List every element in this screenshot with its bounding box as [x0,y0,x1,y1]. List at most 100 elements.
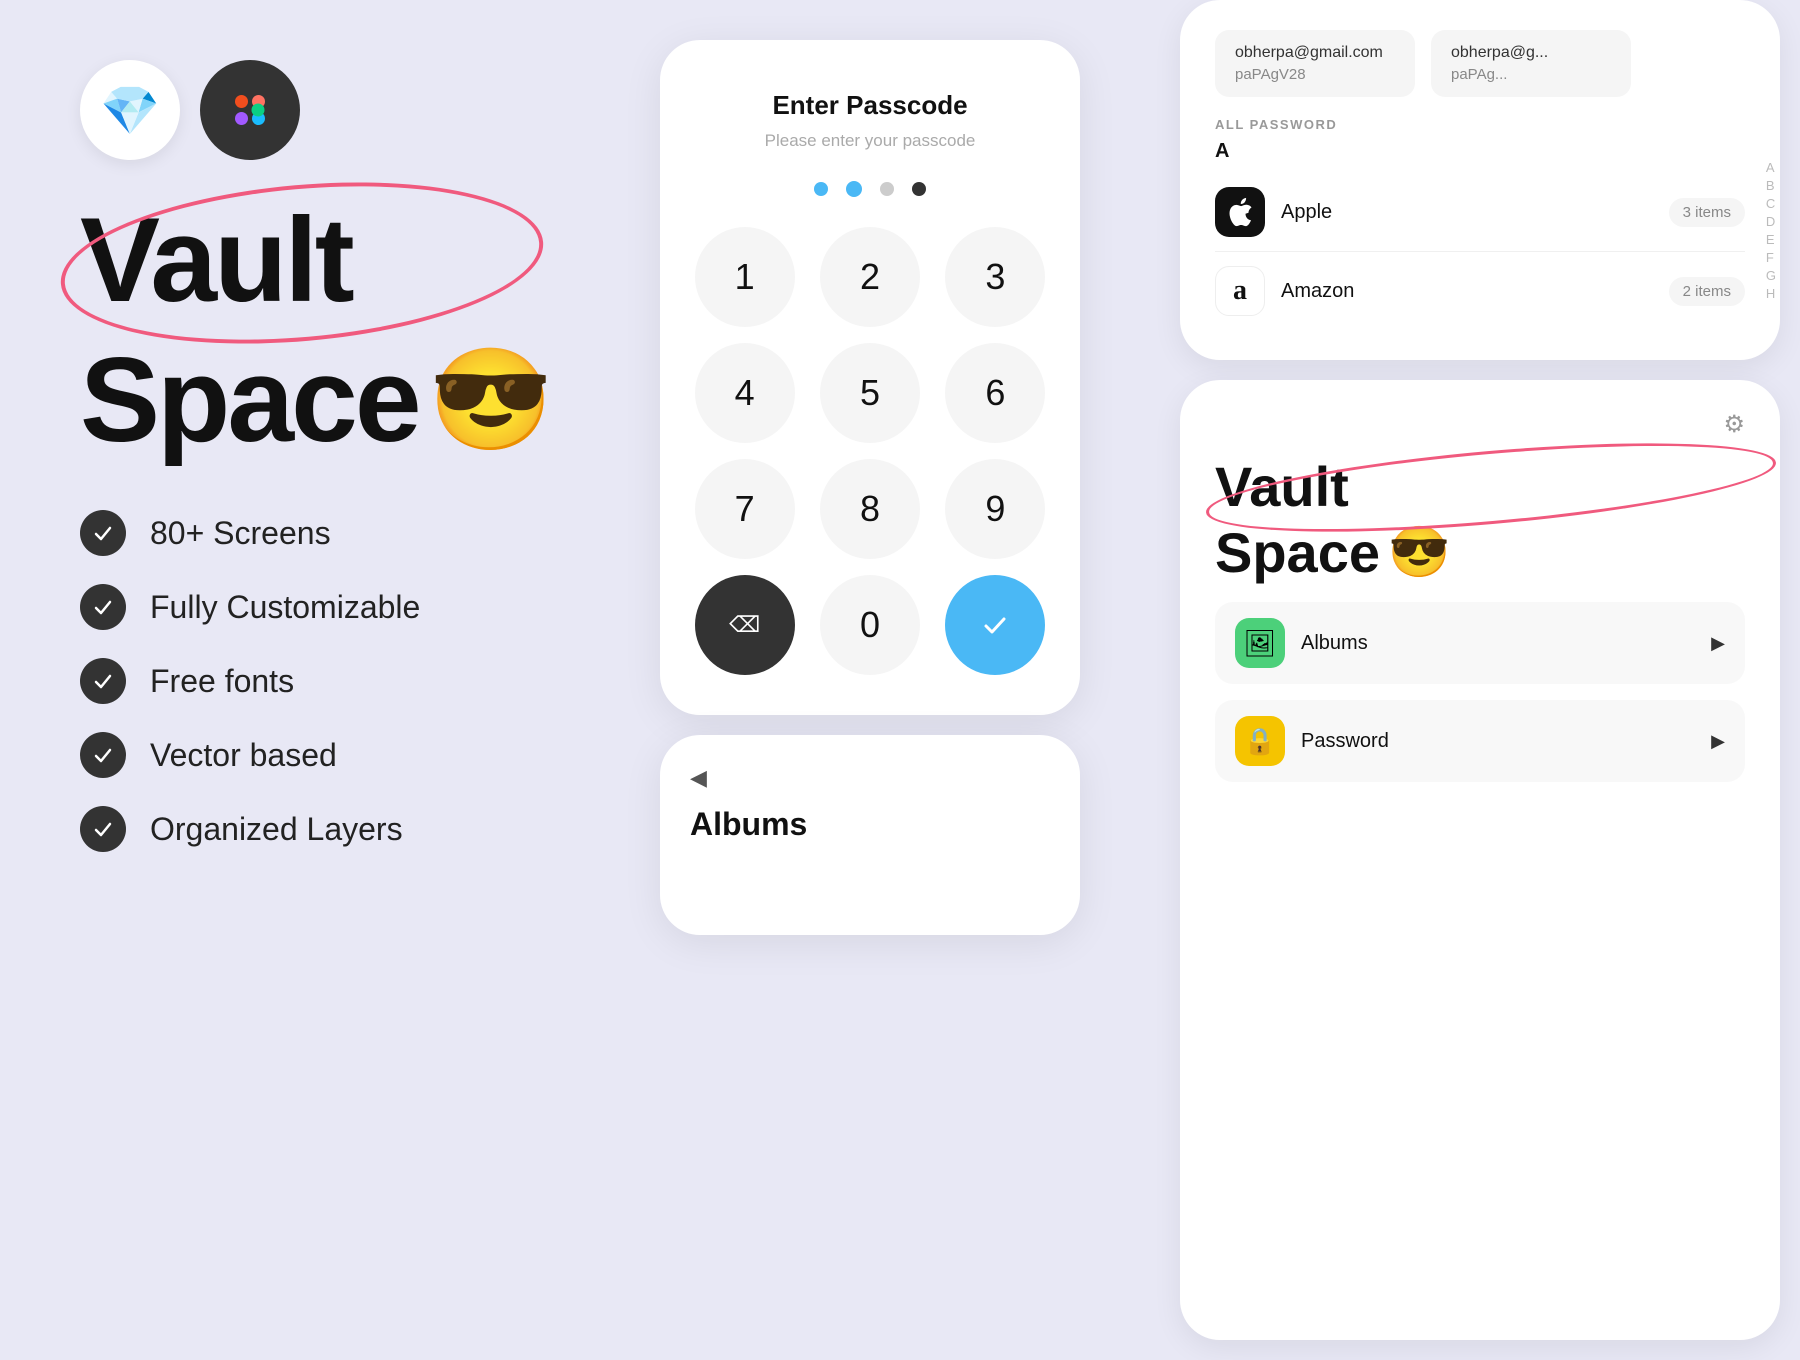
apple-items-count: 3 items [1669,198,1745,227]
sketch-logo: 💎 [80,60,180,160]
feature-fonts: Free fonts [80,658,520,704]
password-chevron-icon: ▶ [1711,731,1725,752]
num-btn-2[interactable]: 2 [820,227,920,327]
amazon-items-count: 2 items [1669,277,1745,306]
passcode-card: Enter Passcode Please enter your passcod… [660,40,1080,715]
space-title: Space [80,340,419,460]
pw-left-apple: Apple [1215,187,1332,237]
passcode-subtitle: Please enter your passcode [765,131,976,151]
left-panel: 💎 Vault Space 😎 80+ Screens [0,0,580,1360]
right-panel: obherpa@gmail.com paPAgV28 obherpa@g... … [1160,0,1800,1360]
num-btn-delete[interactable]: ⌫ [695,575,795,675]
num-btn-9[interactable]: 9 [945,459,1045,559]
password-row-amazon[interactable]: a Amazon 2 items [1215,252,1745,330]
check-icon-customizable [80,584,126,630]
check-icon-vector [80,732,126,778]
mini-menu-left-password: 🔒 Password [1235,716,1389,766]
num-btn-0[interactable]: 0 [820,575,920,675]
feature-label-layers: Organized Layers [150,811,403,848]
albums-menu-label: Albums [1301,632,1368,655]
email-chip-2: obherpa@g... paPAg... [1431,30,1631,97]
alpha-a[interactable]: A [1766,160,1776,175]
num-btn-7[interactable]: 7 [695,459,795,559]
email-address-2: obherpa@g... [1451,44,1611,62]
mini-menu-password[interactable]: 🔒 Password ▶ [1215,700,1745,782]
mini-space-title: Space [1215,525,1380,581]
sunglasses-emoji: 😎 [429,342,554,459]
email-address-1: obherpa@gmail.com [1235,44,1395,62]
passcode-dots [814,181,926,197]
dot-3 [880,182,894,196]
alpha-b[interactable]: B [1766,178,1776,193]
section-letter-a: A [1215,140,1745,163]
figma-logo [200,60,300,160]
feature-customizable: Fully Customizable [80,584,520,630]
bottom-card: ◀ Albums [660,735,1080,935]
num-btn-6[interactable]: 6 [945,343,1045,443]
num-btn-1[interactable]: 1 [695,227,795,327]
features-list: 80+ Screens Fully Customizable Free font… [80,510,520,852]
num-btn-3[interactable]: 3 [945,227,1045,327]
mini-menu-items: 🖼 Albums ▶ 🔒 Password ▶ [1215,602,1745,782]
num-btn-4[interactable]: 4 [695,343,795,443]
mini-menu-albums[interactable]: 🖼 Albums ▶ [1215,602,1745,684]
num-btn-8[interactable]: 8 [820,459,920,559]
password-card: obherpa@gmail.com paPAgV28 obherpa@g... … [1180,0,1780,360]
password-row-apple[interactable]: Apple 3 items [1215,173,1745,252]
apple-icon [1215,187,1265,237]
dot-2 [846,181,862,197]
alpha-c[interactable]: C [1766,196,1776,211]
alpha-f[interactable]: F [1766,250,1776,265]
alpha-d[interactable]: D [1766,214,1776,229]
mini-card-header: ⚙ [1215,410,1745,439]
feature-label-fonts: Free fonts [150,663,294,700]
alpha-e[interactable]: E [1766,232,1776,247]
mini-space-row: Space 😎 [1215,523,1745,582]
vault-title: Vault [80,200,520,320]
password-menu-label: Password [1301,730,1389,753]
albums-menu-icon: 🖼 [1235,618,1285,668]
center-panel: Enter Passcode Please enter your passcod… [580,0,1160,1360]
feature-vector: Vector based [80,732,520,778]
email-chip-1: obherpa@gmail.com paPAgV28 [1215,30,1415,97]
logos-row: 💎 [80,60,520,160]
mini-sunglasses-emoji: 😎 [1388,523,1450,582]
password-value-2: paPAg... [1451,66,1611,83]
alpha-g[interactable]: G [1766,268,1776,283]
settings-gear-icon[interactable]: ⚙ [1723,410,1745,439]
albums-chevron-icon: ▶ [1711,633,1725,654]
alpha-h[interactable]: H [1766,286,1776,301]
feature-screens: 80+ Screens [80,510,520,556]
feature-label-screens: 80+ Screens [150,515,331,552]
check-icon-fonts [80,658,126,704]
feature-layers: Organized Layers [80,806,520,852]
mini-menu-left-albums: 🖼 Albums [1235,618,1368,668]
pw-left-amazon: a Amazon [1215,266,1354,316]
password-value-1: paPAgV28 [1235,66,1395,83]
albums-label: Albums [690,806,807,843]
email-items: obherpa@gmail.com paPAgV28 obherpa@g... … [1215,30,1745,97]
dot-1 [814,182,828,196]
all-password-label: ALL PASSWORD [1215,117,1745,132]
alphabet-sidebar: A B C D E F G H [1766,160,1776,301]
password-menu-icon: 🔒 [1235,716,1285,766]
mini-vault-space: Vault Space 😎 [1215,459,1745,582]
mini-vault-container: Vault [1215,459,1745,515]
vault-title-container: Vault [80,200,520,320]
passcode-title: Enter Passcode [772,90,967,121]
check-icon-layers [80,806,126,852]
apple-name: Apple [1281,201,1332,224]
numpad: 1 2 3 4 5 6 7 8 9 ⌫ 0 [690,227,1050,675]
amazon-name: Amazon [1281,280,1354,303]
mini-vault-title: Vault [1215,459,1745,515]
num-btn-5[interactable]: 5 [820,343,920,443]
back-arrow[interactable]: ◀ [690,765,707,791]
feature-label-customizable: Fully Customizable [150,589,420,626]
feature-label-vector: Vector based [150,737,337,774]
check-icon-screens [80,510,126,556]
mini-app-card: ⚙ Vault Space 😎 🖼 Albums ▶ 🔒 [1180,380,1780,1340]
dot-4 [912,182,926,196]
num-btn-confirm[interactable] [945,575,1045,675]
space-row: Space 😎 [80,340,520,460]
amazon-icon: a [1215,266,1265,316]
